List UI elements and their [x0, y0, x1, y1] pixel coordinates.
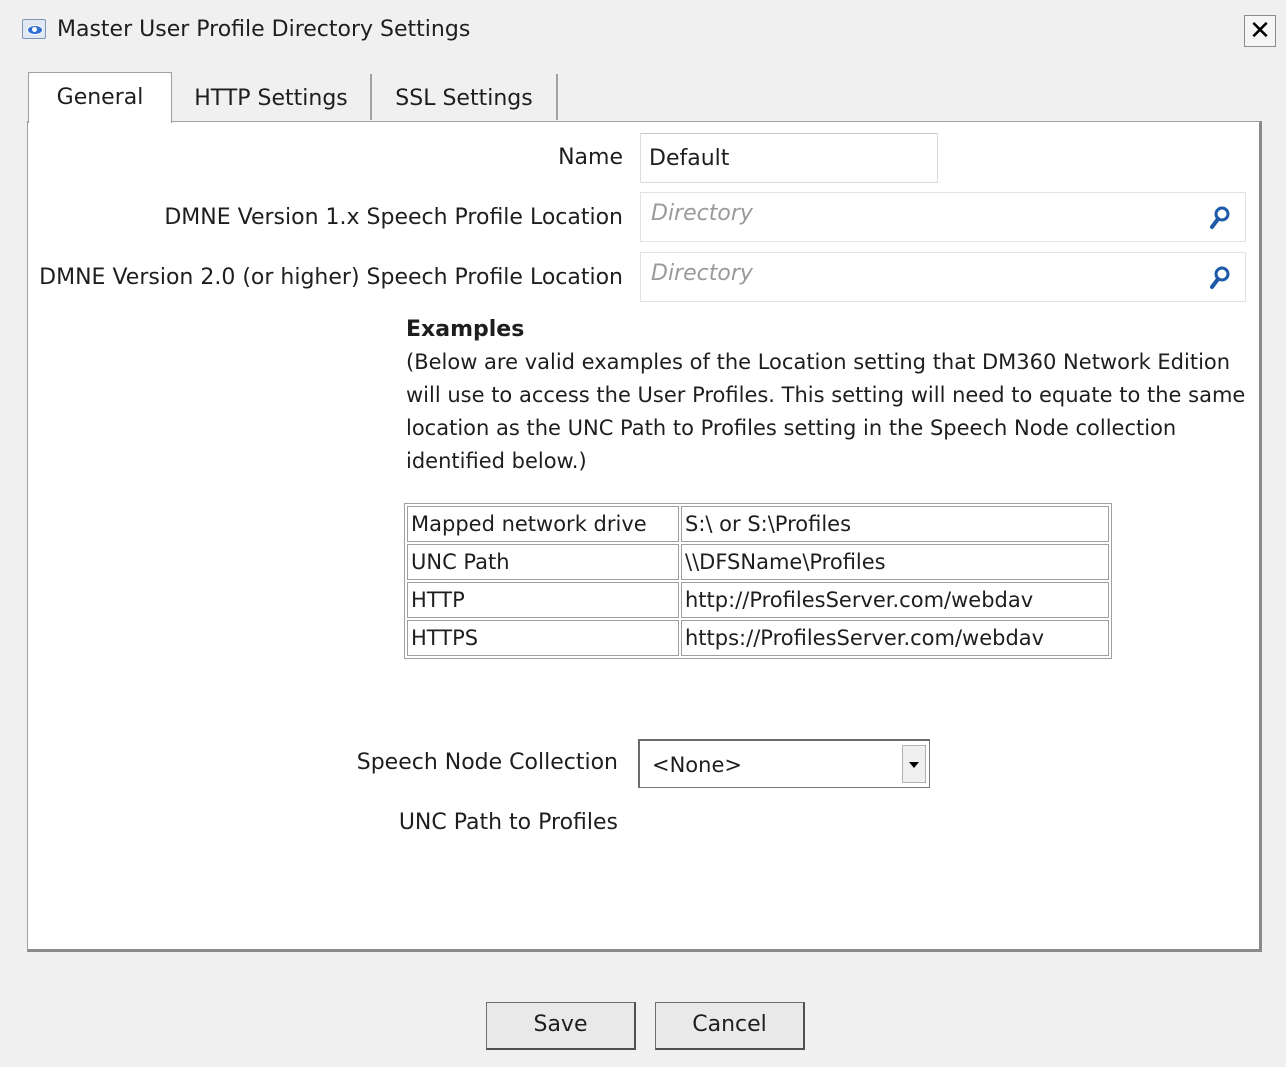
table-cell: http://ProfilesServer.com/webdav: [681, 582, 1109, 618]
table-cell: S:\ or S:\Profiles: [681, 506, 1109, 542]
table-row: HTTPS https://ProfilesServer.com/webdav: [407, 620, 1109, 656]
table-cell: https://ProfilesServer.com/webdav: [681, 620, 1109, 656]
table-row: HTTP http://ProfilesServer.com/webdav: [407, 582, 1109, 618]
dialog-window: Master User Profile Directory Settings ✕…: [0, 0, 1286, 1067]
speech-node-collection-select[interactable]: <None>: [638, 739, 930, 788]
close-icon: ✕: [1249, 16, 1271, 46]
speech-node-collection-value: <None>: [652, 753, 742, 777]
tab-general[interactable]: General: [28, 72, 172, 123]
table-cell: Mapped network drive: [407, 506, 679, 542]
save-button[interactable]: Save: [486, 1002, 636, 1050]
table-cell: \\DFSName\Profiles: [681, 544, 1109, 580]
v2-location-input[interactable]: Directory: [640, 252, 1246, 302]
examples-section: Examples (Below are valid examples of th…: [406, 314, 1256, 478]
window-title: Master User Profile Directory Settings: [57, 17, 471, 42]
v1-location-placeholder: Directory: [651, 201, 753, 226]
title-bar: Master User Profile Directory Settings ✕: [0, 0, 1286, 60]
name-input[interactable]: [640, 133, 938, 183]
examples-description: (Below are valid examples of the Locatio…: [406, 350, 1246, 473]
unc-path-label: UNC Path to Profiles: [398, 810, 618, 835]
tab-http-settings[interactable]: HTTP Settings: [172, 74, 372, 120]
search-icon[interactable]: [1209, 206, 1231, 230]
table-cell: UNC Path: [407, 544, 679, 580]
app-icon: [22, 19, 46, 39]
examples-table: Mapped network drive S:\ or S:\Profiles …: [404, 503, 1112, 659]
v2-location-label: DMNE Version 2.0 (or higher) Speech Prof…: [39, 265, 623, 290]
table-cell: HTTP: [407, 582, 679, 618]
table-row: Mapped network drive S:\ or S:\Profiles: [407, 506, 1109, 542]
close-button[interactable]: ✕: [1244, 15, 1276, 47]
v2-location-placeholder: Directory: [651, 261, 753, 286]
table-cell: HTTPS: [407, 620, 679, 656]
examples-heading: Examples: [406, 317, 525, 342]
v1-location-label: DMNE Version 1.x Speech Profile Location: [164, 205, 623, 230]
name-label: Name: [558, 145, 623, 170]
tab-ssl-settings[interactable]: SSL Settings: [372, 74, 558, 120]
speech-node-collection-label: Speech Node Collection: [356, 750, 618, 775]
chevron-down-icon[interactable]: [902, 745, 926, 783]
v1-location-input[interactable]: Directory: [640, 192, 1246, 242]
search-icon[interactable]: [1209, 266, 1231, 290]
table-row: UNC Path \\DFSName\Profiles: [407, 544, 1109, 580]
cancel-button[interactable]: Cancel: [655, 1002, 805, 1050]
